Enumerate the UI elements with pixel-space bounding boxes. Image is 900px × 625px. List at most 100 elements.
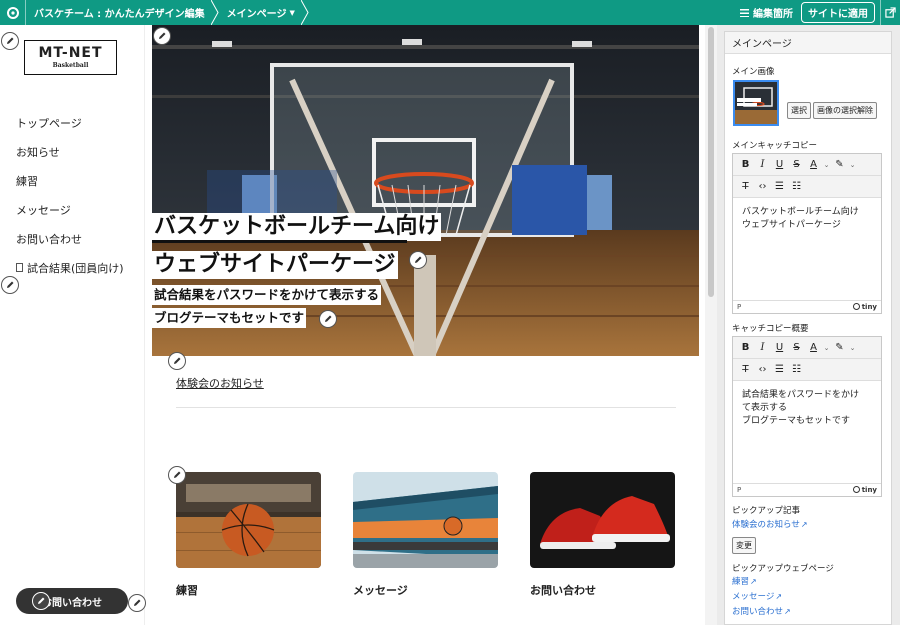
contact-button-label: お問い合わせ xyxy=(42,597,102,609)
hero-subtitle-line-2[interactable]: ブログテーマもセットです xyxy=(152,308,307,328)
chevron-down-icon[interactable]: ⌄ xyxy=(848,157,857,173)
strikethrough-button[interactable]: S xyxy=(788,157,805,173)
element-path: P xyxy=(737,485,742,494)
underline-button[interactable]: U xyxy=(771,157,788,173)
nav-item-label: お知らせ xyxy=(16,145,60,159)
external-link-icon: ↗ xyxy=(800,520,808,529)
nav-item-label: 試合結果(団員向け) xyxy=(27,261,124,275)
pencil-icon[interactable] xyxy=(32,592,50,610)
clear-format-icon[interactable]: T̶ xyxy=(737,362,754,378)
logo-main-text: MT-NET xyxy=(38,45,103,61)
external-link-icon[interactable] xyxy=(880,0,900,25)
breadcrumb-page-label: メインページ xyxy=(226,9,287,20)
nav-item-news[interactable]: お知らせ xyxy=(16,137,124,166)
editor-content[interactable]: バスケットボールチーム向け ウェブサイトパーケージ xyxy=(733,198,881,300)
editor-text-line: ウェブサイトパーケージ xyxy=(742,220,841,230)
card-image xyxy=(176,472,321,568)
editor-toolbar: B I U S A ⌄ ✎ ⌄ xyxy=(733,337,881,359)
hero-image[interactable]: バスケットボールチーム向け ウェブサイトパーケージ 試合結果をパスワードをかけて… xyxy=(152,25,699,356)
italic-button[interactable]: I xyxy=(754,340,771,356)
hero-title-block: バスケットボールチーム向け ウェブサイトパーケージ 試合結果をパスワードをかけて… xyxy=(152,213,442,331)
pencil-icon[interactable] xyxy=(168,352,186,370)
text-color-button[interactable]: A xyxy=(805,340,822,356)
nav-item-label: トップページ xyxy=(16,116,82,130)
highlight-icon[interactable]: ✎ xyxy=(831,157,848,173)
pickup-article-link[interactable]: 体験会のお知らせ↗ xyxy=(732,518,808,530)
strikethrough-button[interactable]: S xyxy=(788,340,805,356)
card-practice[interactable]: 練習 xyxy=(176,472,321,598)
card-contact[interactable]: お問い合わせ xyxy=(530,472,675,598)
pencil-icon[interactable] xyxy=(153,27,171,45)
clear-image-button[interactable]: 画像の選択解除 xyxy=(813,102,877,119)
caret-down-icon: ▼ xyxy=(289,8,295,17)
hero-title-line-2[interactable]: ウェブサイトパーケージ xyxy=(152,251,398,279)
chevron-right-icon xyxy=(210,0,219,25)
bullet-list-icon[interactable]: ☰ xyxy=(771,179,788,195)
nav-item-message[interactable]: メッセージ xyxy=(16,195,124,224)
element-path: P xyxy=(737,302,742,311)
editor-content[interactable]: 試合結果をパスワードをかけ て表示する ブログテーマもセットです xyxy=(733,381,881,483)
pickup-page-link[interactable]: お問い合わせ↗ xyxy=(732,605,791,617)
site-logo[interactable]: MT-NET Basketball xyxy=(24,40,117,75)
tiny-label: tiny xyxy=(861,302,877,311)
clear-format-icon[interactable]: T̶ xyxy=(737,179,754,195)
tiny-label: tiny xyxy=(861,485,877,494)
editor-text-line: て表示する xyxy=(742,403,788,413)
pickup-article-label: ピックアップ記事 xyxy=(732,506,801,516)
code-icon[interactable]: ‹› xyxy=(754,362,771,378)
nav-item-top[interactable]: トップページ xyxy=(16,108,124,137)
pencil-icon[interactable] xyxy=(409,251,427,269)
numbered-list-icon[interactable]: ☷ xyxy=(788,179,805,195)
hero-subtitle-line-1[interactable]: 試合結果をパスワードをかけて表示する xyxy=(152,285,382,305)
code-icon[interactable]: ‹› xyxy=(754,179,771,195)
breadcrumb-page[interactable]: メインページ ▼ xyxy=(219,0,301,25)
italic-button[interactable]: I xyxy=(754,157,771,173)
breadcrumb-site[interactable]: バスケチーム : かんたんデザイン編集 xyxy=(26,0,211,25)
preview-scrollbar[interactable] xyxy=(705,25,717,625)
breadcrumb-site-label: バスケチーム : かんたんデザイン編集 xyxy=(34,9,205,20)
chevron-down-icon[interactable]: ⌄ xyxy=(822,157,831,173)
editor-text-line: バスケットボールチーム向け xyxy=(742,207,859,217)
chevron-down-icon[interactable]: ⌄ xyxy=(822,340,831,356)
logo-sub-text: Basketball xyxy=(52,62,89,69)
external-link-icon: ↗ xyxy=(750,577,757,586)
pencil-icon[interactable] xyxy=(1,276,19,294)
divider xyxy=(176,407,676,408)
pencil-icon[interactable] xyxy=(128,594,146,612)
pencil-icon[interactable] xyxy=(168,466,186,484)
app-logo-icon[interactable] xyxy=(0,0,26,25)
panel-title: メインページ xyxy=(725,32,891,54)
select-image-button[interactable]: 選択 xyxy=(787,102,811,119)
bullet-list-icon[interactable]: ☰ xyxy=(771,362,788,378)
bold-button[interactable]: B xyxy=(737,157,754,173)
underline-button[interactable]: U xyxy=(771,340,788,356)
numbered-list-icon[interactable]: ☷ xyxy=(788,362,805,378)
scrollbar-thumb[interactable] xyxy=(708,27,714,297)
nav-item-results[interactable]: 試合結果(団員向け) xyxy=(16,253,124,282)
news-link[interactable]: 体験会のお知らせ xyxy=(176,375,264,391)
edit-list-button[interactable]: 編集箇所 xyxy=(740,5,793,20)
edit-panel-body: メインページ メイン画像 選択 画像の選択解除 メインキャッチコピー B I U… xyxy=(724,31,892,625)
nav-item-label: お問い合わせ xyxy=(16,232,82,246)
nav-item-practice[interactable]: 練習 xyxy=(16,166,124,195)
tiny-logo: tiny xyxy=(852,302,877,311)
pickup-pages-label: ピックアップウェブページ xyxy=(732,564,834,574)
chevron-down-icon[interactable]: ⌄ xyxy=(848,340,857,356)
text-color-button[interactable]: A xyxy=(805,157,822,173)
change-button[interactable]: 変更 xyxy=(732,537,756,554)
hero-title-line-1[interactable]: バスケットボールチーム向け xyxy=(152,213,442,241)
bold-button[interactable]: B xyxy=(737,340,754,356)
card-message[interactable]: メッセージ xyxy=(353,472,498,598)
chevron-right-icon xyxy=(300,0,309,25)
pickup-page-link[interactable]: メッセージ↗ xyxy=(732,590,782,602)
nav-item-contact[interactable]: お問い合わせ xyxy=(16,224,124,253)
highlight-icon[interactable]: ✎ xyxy=(831,340,848,356)
tiny-logo-icon xyxy=(852,486,860,493)
apply-to-site-button[interactable]: サイトに適用 xyxy=(801,2,875,23)
pencil-icon[interactable] xyxy=(319,310,337,328)
pickup-page-link[interactable]: 練習↗ xyxy=(732,575,757,587)
pencil-icon[interactable] xyxy=(1,32,19,50)
main-image-thumbnail[interactable] xyxy=(733,80,779,126)
editor-text-line: 試合結果をパスワードをかけ xyxy=(742,390,860,400)
pickup-page-link-text: 練習 xyxy=(732,577,750,587)
